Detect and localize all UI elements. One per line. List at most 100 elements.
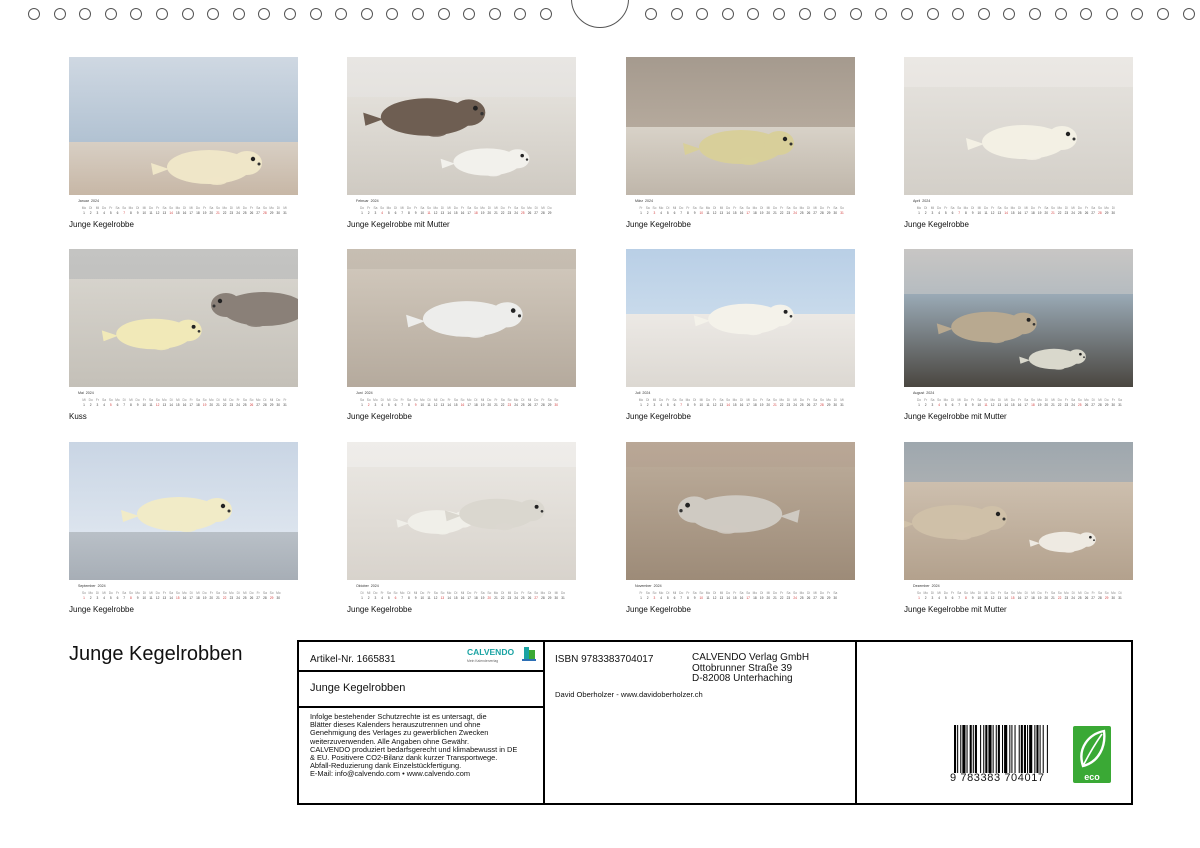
weekday-label: Di xyxy=(360,591,364,595)
day-number: 8 xyxy=(408,596,410,600)
day-number: 7 xyxy=(401,211,404,215)
day-number: 10 xyxy=(420,596,425,600)
weekday-label: Fr xyxy=(760,398,764,402)
month-label: April xyxy=(913,199,921,203)
day-number: 7 xyxy=(123,596,126,600)
day-number: 6 xyxy=(673,211,676,215)
weekday-label: Mo xyxy=(990,398,995,402)
weekday-label: Do xyxy=(148,206,154,210)
weekday-label: Sa xyxy=(360,398,364,402)
day-number: 30 xyxy=(1111,403,1116,407)
weekday-label: Fr xyxy=(189,398,193,402)
day-number: 30 xyxy=(276,211,281,215)
weekday-label: Mo xyxy=(705,206,711,210)
weekday-label: Do xyxy=(726,206,731,210)
day-number: 23 xyxy=(1064,403,1069,407)
day-number: 26 xyxy=(527,211,532,215)
weekday-label: So xyxy=(1104,591,1109,595)
weekday-label: Do xyxy=(963,398,968,402)
weekday-label: Di xyxy=(487,206,491,210)
day-number: 24 xyxy=(1071,211,1075,215)
day-number: 26 xyxy=(806,211,811,215)
weekday-label: Mi xyxy=(652,398,657,402)
binding-ring xyxy=(875,8,888,20)
weekday-label: Fr xyxy=(1111,398,1115,402)
day-number: 31 xyxy=(1118,403,1122,407)
weekday-label: Mi xyxy=(527,398,532,402)
weekday-label: Do xyxy=(420,591,425,595)
day-number: 7 xyxy=(958,211,961,215)
binding-ring xyxy=(130,8,143,20)
month-name: Januar 2024 xyxy=(78,199,99,203)
weekday-label: Sa xyxy=(1091,206,1096,210)
month-year: 2024 xyxy=(653,584,662,588)
day-number: 23 xyxy=(1064,211,1069,215)
weekday-label: Fr xyxy=(1044,591,1048,595)
weekday-label: Fr xyxy=(1091,591,1095,595)
weekday-label: Sa xyxy=(420,206,425,210)
month-name: November 2024 xyxy=(635,584,662,588)
weekday-label: Mi xyxy=(813,591,817,595)
weekday-label: Sa xyxy=(209,206,214,210)
day-number: 9 xyxy=(693,211,696,215)
weekday-label: Mi xyxy=(984,591,988,595)
day-number: 14 xyxy=(169,596,173,600)
weekday-label: Mo xyxy=(81,206,87,210)
day-number: 9 xyxy=(414,403,417,407)
weekday-label: Fr xyxy=(367,206,371,210)
day-number: 2 xyxy=(367,596,370,600)
day-number: 3 xyxy=(374,596,377,600)
weekday-label: Sa xyxy=(786,591,791,595)
weekday-label: Sa xyxy=(739,591,744,595)
day-number: 27 xyxy=(256,403,260,407)
weekday-label: Mo xyxy=(705,591,711,595)
weekday-label: Do xyxy=(547,206,552,210)
day-number: 27 xyxy=(256,596,260,600)
day-number: 31 xyxy=(1118,596,1122,600)
day-number: 11 xyxy=(427,596,431,600)
binding-ring xyxy=(901,8,913,20)
day-number: 21 xyxy=(494,596,498,600)
weekday-label: Mi xyxy=(102,591,106,595)
seal-photo xyxy=(69,442,298,580)
day-number: 21 xyxy=(1051,403,1055,407)
day-number: 13 xyxy=(440,403,445,407)
weekday-label: Do xyxy=(819,591,824,595)
weekday-label: Fr xyxy=(639,591,643,595)
month-label: Juli xyxy=(635,391,641,395)
seal-photo xyxy=(69,249,298,387)
day-number: 15 xyxy=(454,211,458,215)
day-number: 27 xyxy=(1091,403,1095,407)
day-number: 21 xyxy=(1051,211,1055,215)
weekday-label: Mo xyxy=(638,398,644,402)
day-number: 10 xyxy=(699,403,704,407)
day-number: 30 xyxy=(833,403,838,407)
day-number: 21 xyxy=(216,211,220,215)
weekday-label: Di xyxy=(427,398,431,402)
day-number: 18 xyxy=(196,403,200,407)
weekday-label: Sa xyxy=(242,398,247,402)
binding-ring xyxy=(977,8,990,20)
weekday-label: Mi xyxy=(1098,398,1102,402)
day-number: 24 xyxy=(514,211,518,215)
day-number: 18 xyxy=(1031,596,1035,600)
divider xyxy=(543,642,545,803)
day-number: 16 xyxy=(1017,596,1022,600)
weekday-label: Fr xyxy=(236,398,240,402)
weekday-label: Sa xyxy=(833,206,838,210)
day-number: 1 xyxy=(918,403,920,407)
day-number: 29 xyxy=(547,211,552,215)
binding-ring xyxy=(207,8,220,20)
weekday-label: Fr xyxy=(209,591,213,595)
weekday-label: Do xyxy=(1030,206,1035,210)
weekday-label: Di xyxy=(713,206,717,210)
photo-caption: Junge Kegelrobbe xyxy=(626,220,691,229)
weekday-label: Sa xyxy=(645,206,650,210)
weekday-label: Sa xyxy=(514,206,519,210)
month-label: August xyxy=(913,391,925,395)
binding-ring xyxy=(670,8,683,20)
weekday-label: Mo xyxy=(658,206,664,210)
day-number: 26 xyxy=(1084,403,1089,407)
month-label: September xyxy=(78,584,96,588)
weekday-label: Di xyxy=(182,206,186,210)
